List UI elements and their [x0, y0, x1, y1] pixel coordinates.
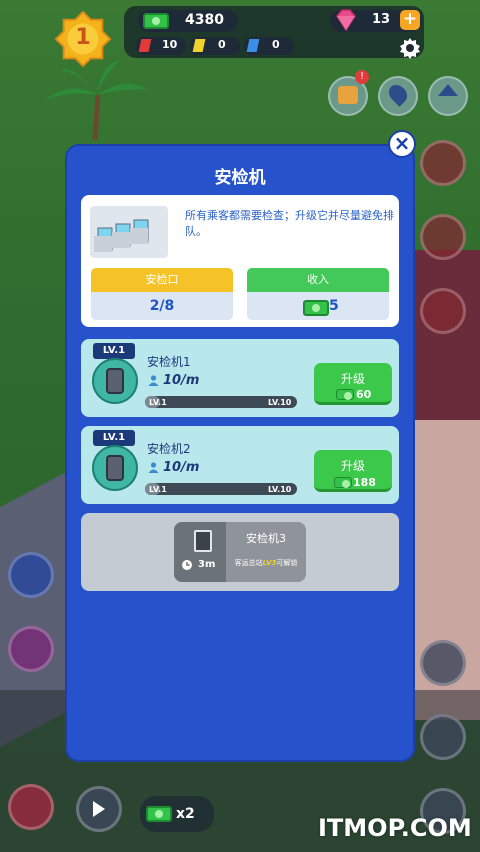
boost-cash-icon: [146, 806, 172, 822]
binoculars-side-button[interactable]: [420, 640, 466, 686]
income-value: 5: [329, 298, 339, 314]
locked-machine-name: 安检机3: [246, 532, 286, 545]
machine-1-upgrade-label: 升级: [340, 372, 365, 386]
locked-machine-icon: [194, 530, 212, 552]
machine-1-name: 安检机1: [147, 355, 191, 369]
lucky-wheel-button[interactable]: [8, 552, 54, 598]
passenger-icon: [148, 462, 159, 473]
machine-2-level-start: LV.1: [149, 485, 167, 494]
upgrade-cash-icon: [334, 477, 352, 488]
events-button[interactable]: [8, 626, 54, 672]
add-gems-button[interactable]: +: [400, 10, 420, 30]
fruit-side-button[interactable]: [420, 140, 466, 186]
close-button[interactable]: ×: [388, 130, 416, 158]
diamond-icon: [336, 9, 356, 32]
checkpoint-count: 2/8: [91, 292, 233, 320]
machine-2-upgrade-cost: 188: [353, 476, 376, 489]
site-watermark: ITMOP.COM: [318, 814, 472, 842]
red-resource-count: 10: [162, 38, 178, 51]
rocket-side-button[interactable]: [420, 214, 466, 260]
boost-multiplier: x2: [176, 806, 195, 822]
machine-1-level-tag: LV.1: [93, 343, 135, 359]
machine-2-name: 安检机2: [147, 442, 191, 456]
unlock-hint: 客运总站LV3可解锁: [226, 558, 306, 568]
security-machine-icon: [92, 358, 138, 404]
machine-2-upgrade-label: 升级: [340, 459, 365, 473]
blue-resource-count: 0: [272, 38, 280, 51]
machine-description: 所有乘客都需要检查；升级它并尽量避免排队。: [185, 209, 394, 238]
security-machine-icon: [92, 445, 138, 491]
security-gate-thumbnail: [90, 206, 168, 258]
machine-2-level-end: LV.10: [268, 485, 292, 494]
income-cash-icon: [303, 300, 329, 316]
machine-2-rate: 10/m: [163, 460, 200, 475]
machine-1-level-start: LV.1: [149, 398, 167, 407]
home-button[interactable]: [428, 76, 468, 116]
clock-icon: [182, 560, 192, 570]
unlock-hint-level: LV3: [262, 559, 277, 567]
play-icon: [93, 801, 105, 817]
gem-amount: 13: [372, 12, 391, 27]
unlock-hint-prefix: 客运总站: [234, 559, 263, 567]
settings-gear-icon[interactable]: [398, 36, 422, 60]
modal-title: 安检机: [214, 168, 266, 188]
player-level: 1: [75, 25, 91, 50]
machine-1-level-end: LV.10: [268, 398, 292, 407]
upgrade-cash-icon: [336, 389, 354, 400]
cash-icon: [143, 13, 169, 29]
shop-cart-button[interactable]: [8, 784, 54, 830]
checkpoint-label: 安检口: [91, 268, 233, 292]
money-amount: 4380: [185, 12, 224, 28]
machine-1-rate: 10/m: [163, 373, 200, 388]
calendar-icon: [338, 86, 358, 104]
unlock-hint-suffix: 可解锁: [276, 559, 298, 567]
notification-dot-icon: !: [355, 70, 369, 84]
unlock-time: 3m: [198, 559, 216, 570]
machine-1-upgrade-cost: 60: [356, 388, 372, 401]
yellow-resource-count: 0: [218, 38, 226, 51]
clipboard-side-button[interactable]: [420, 714, 466, 760]
income-label: 收入: [247, 268, 389, 292]
passenger-icon: [148, 375, 159, 386]
palm-tree-icon: [45, 60, 148, 140]
home-icon: [438, 84, 458, 96]
staff-side-button[interactable]: [420, 288, 466, 334]
machine-2-level-tag: LV.1: [93, 430, 135, 446]
